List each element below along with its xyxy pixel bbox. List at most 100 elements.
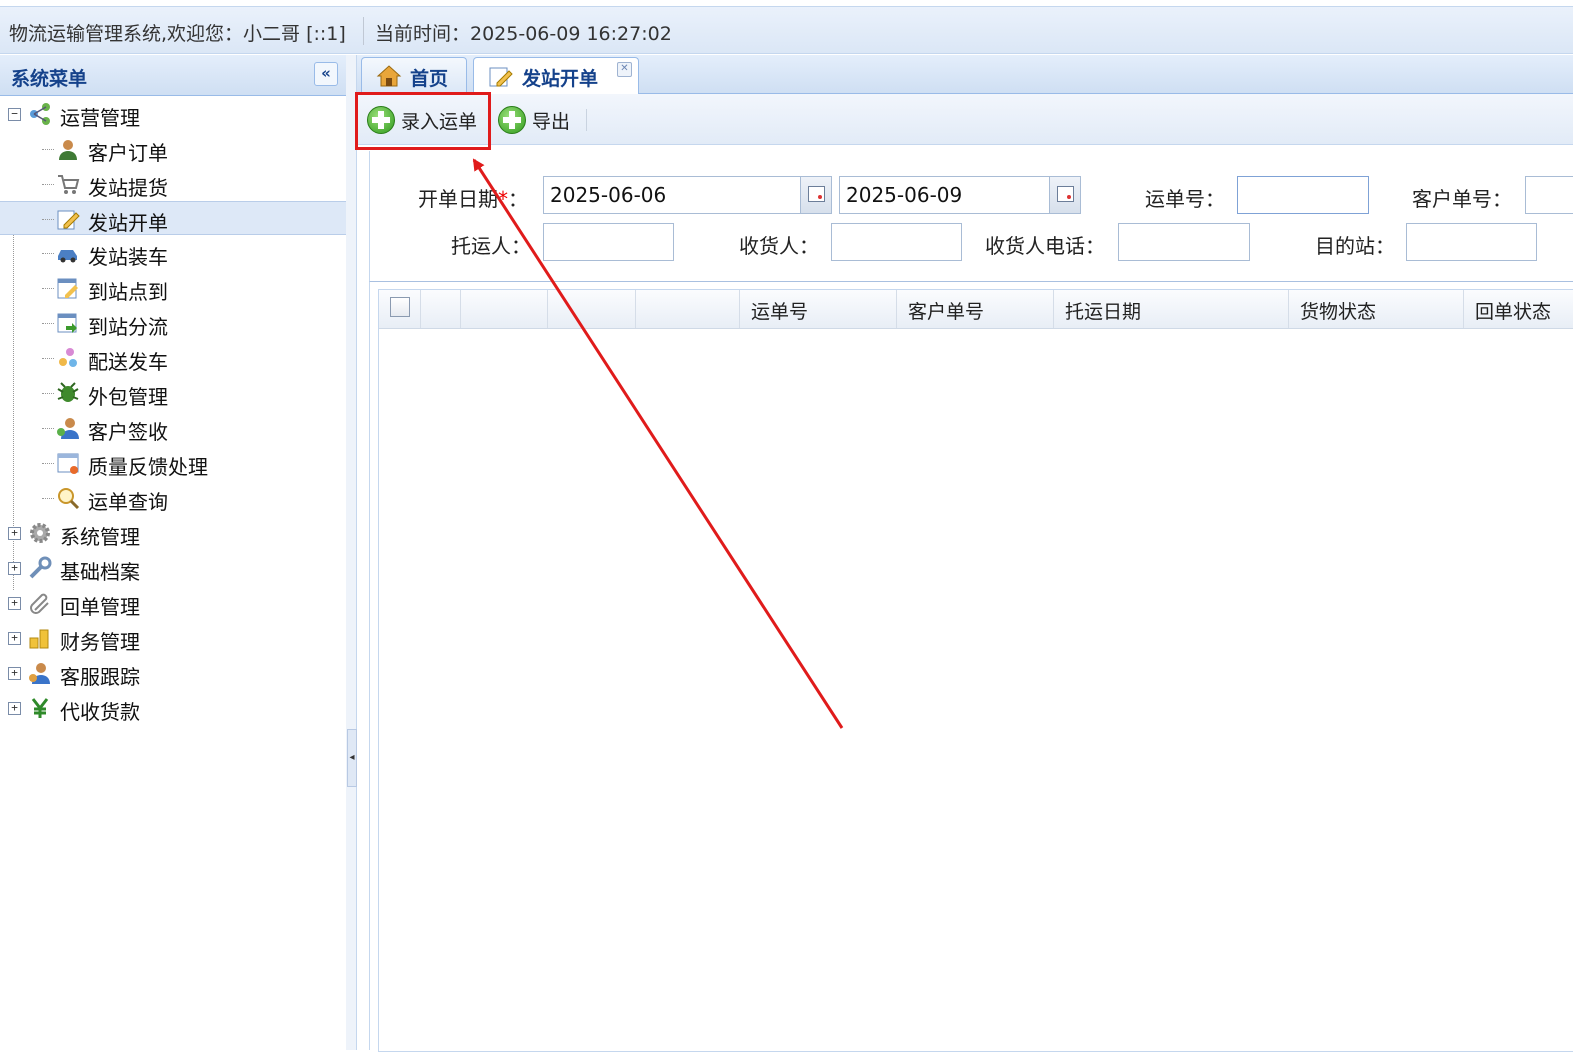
share-network-icon: [30, 103, 50, 125]
paperclip-icon: [30, 593, 49, 614]
tree-node-cod-payment[interactable]: + 代收货款: [0, 691, 346, 725]
destination-input[interactable]: [1406, 223, 1537, 261]
calendar-button[interactable]: [1049, 177, 1080, 213]
tree-node-label: 代收货款: [60, 700, 140, 724]
menu-item-waybill-query[interactable]: 运单查询: [0, 481, 346, 515]
menu-item-label: 配送发车: [88, 350, 168, 374]
tree-node-finance-management[interactable]: + 财务管理: [0, 621, 346, 655]
consignee-phone-input[interactable]: [1118, 223, 1250, 261]
column-header-waybill-no[interactable]: 运单号: [740, 290, 897, 328]
menu-item-label: 质量反馈处理: [88, 455, 208, 479]
group-icon: [59, 348, 77, 367]
grid-column: [461, 290, 548, 328]
menu-item-arrival-checkin[interactable]: 到站点到: [0, 271, 346, 305]
column-header-receipt-status[interactable]: 回单状态: [1464, 290, 1573, 328]
tree-node-label: 客服跟踪: [60, 665, 140, 689]
date-from-field[interactable]: 2025-06-06: [543, 176, 832, 214]
menu-title: 系统菜单: [11, 68, 88, 90]
menu-item-quality-feedback[interactable]: 质量反馈处理: [0, 446, 346, 480]
plus-icon: [498, 106, 526, 134]
tree-connector: [42, 358, 54, 359]
tree-connector: [42, 253, 54, 254]
destination-label: 目的站：: [1315, 234, 1395, 258]
panel-splitter[interactable]: ◂: [346, 55, 357, 1050]
select-all-checkbox[interactable]: [390, 297, 410, 317]
close-tab-icon[interactable]: ✕: [617, 62, 632, 77]
expand-icon[interactable]: +: [8, 667, 21, 680]
tree-node-label: 系统管理: [60, 525, 140, 549]
customer-no-input[interactable]: [1525, 176, 1573, 214]
calendar-icon: [1057, 186, 1074, 202]
annotation-highlight-box: [355, 92, 491, 150]
tree-connector: [42, 498, 54, 499]
gear-icon: [30, 523, 50, 543]
tree-connector: [42, 323, 54, 324]
menu-item-label: 运单查询: [88, 490, 168, 514]
top-header: 物流运输管理系统,欢迎您：小二哥 [::1] 当前时间：2025-06-09 1…: [0, 6, 1573, 54]
users-icon: [57, 418, 79, 439]
calendar-icon: [808, 186, 825, 202]
expand-icon[interactable]: +: [8, 562, 21, 575]
menu-item-customer-order[interactable]: 客户订单: [0, 132, 346, 166]
collapse-panel-button[interactable]: «: [314, 62, 338, 86]
menu-item-origin-loading[interactable]: 发站装车: [0, 236, 346, 270]
column-header-cargo-status[interactable]: 货物状态: [1289, 290, 1464, 328]
user-icon: [59, 140, 77, 160]
menu-header: 系统菜单 «: [0, 55, 346, 96]
shipper-input[interactable]: [543, 223, 674, 261]
menu-item-customer-signoff[interactable]: 客户签收: [0, 411, 346, 445]
consignee-phone-label: 收货人电话：: [985, 234, 1105, 258]
customer-service-icon: [29, 663, 50, 684]
grid-column: [636, 290, 740, 328]
header-divider: [363, 17, 364, 45]
tree-connector: [42, 463, 54, 464]
welcome-text: 物流运输管理系统,欢迎您：小二哥 [::1]: [9, 23, 346, 45]
coins-icon: [29, 629, 49, 649]
expand-icon[interactable]: +: [8, 632, 21, 645]
expand-icon[interactable]: +: [8, 702, 21, 715]
tree-node-customer-service[interactable]: + 客服跟踪: [0, 656, 346, 690]
toolbar-divider: [586, 109, 587, 131]
splitter-collapse-handle[interactable]: ◂: [347, 729, 357, 787]
tab-label: 首页: [410, 68, 449, 90]
menu-item-label: 到站分流: [88, 315, 168, 339]
date-to-field[interactable]: 2025-06-09: [839, 176, 1081, 214]
expand-icon[interactable]: +: [8, 527, 21, 540]
waybill-grid: 运单号 客户单号 托运日期 货物状态 回单状态: [378, 289, 1573, 1052]
menu-item-label: 客户订单: [88, 141, 168, 165]
customer-no-label: 客户单号：: [1412, 187, 1512, 211]
waybill-no-input[interactable]: [1237, 176, 1369, 214]
tree-node-system-management[interactable]: + 系统管理: [0, 516, 346, 550]
tree-node-receipt-management[interactable]: + 回单管理: [0, 586, 346, 620]
search-icon: [58, 488, 80, 510]
expand-icon[interactable]: +: [8, 597, 21, 610]
tree-connector: [42, 184, 54, 185]
menu-item-delivery-departure[interactable]: 配送发车: [0, 341, 346, 375]
tree-node-operations[interactable]: − 运营管理: [0, 97, 346, 131]
calendar-button[interactable]: [800, 177, 831, 213]
collapse-icon[interactable]: −: [8, 108, 21, 121]
menu-item-outsourcing[interactable]: 外包管理: [0, 376, 346, 410]
content-border: [369, 151, 370, 1050]
shipper-label: 托运人：: [451, 234, 531, 258]
export-button[interactable]: 导出: [498, 104, 578, 134]
tree-node-label: 财务管理: [60, 630, 140, 654]
forward-window-icon: [57, 313, 77, 333]
tree-connector: [42, 428, 54, 429]
tree-connector: [42, 288, 54, 289]
car-icon: [58, 250, 77, 263]
tab-origin-billing[interactable]: 发站开单 ✕: [473, 57, 639, 94]
consignee-input[interactable]: [831, 223, 962, 261]
grid-column: [421, 290, 461, 328]
bug-icon: [57, 382, 79, 402]
tab-home[interactable]: 首页: [361, 57, 467, 92]
system-menu-panel: 系统菜单 « − 运营管理 客户订单 发站提货 发站开单 发站装车 到站点到 到…: [0, 55, 347, 1050]
menu-item-origin-billing[interactable]: 发站开单: [0, 201, 346, 235]
date-from-value: 2025-06-06: [550, 183, 667, 207]
search-form: 开单日期*： 2025-06-06 2025-06-09 运单号： 客户单号： …: [369, 151, 1573, 282]
column-header-customer-no[interactable]: 客户单号: [897, 290, 1054, 328]
tree-node-basic-archives[interactable]: + 基础档案: [0, 551, 346, 585]
menu-item-origin-pickup[interactable]: 发站提货: [0, 167, 346, 201]
menu-item-arrival-dispatch[interactable]: 到站分流: [0, 306, 346, 340]
column-header-ship-date[interactable]: 托运日期: [1054, 290, 1289, 328]
